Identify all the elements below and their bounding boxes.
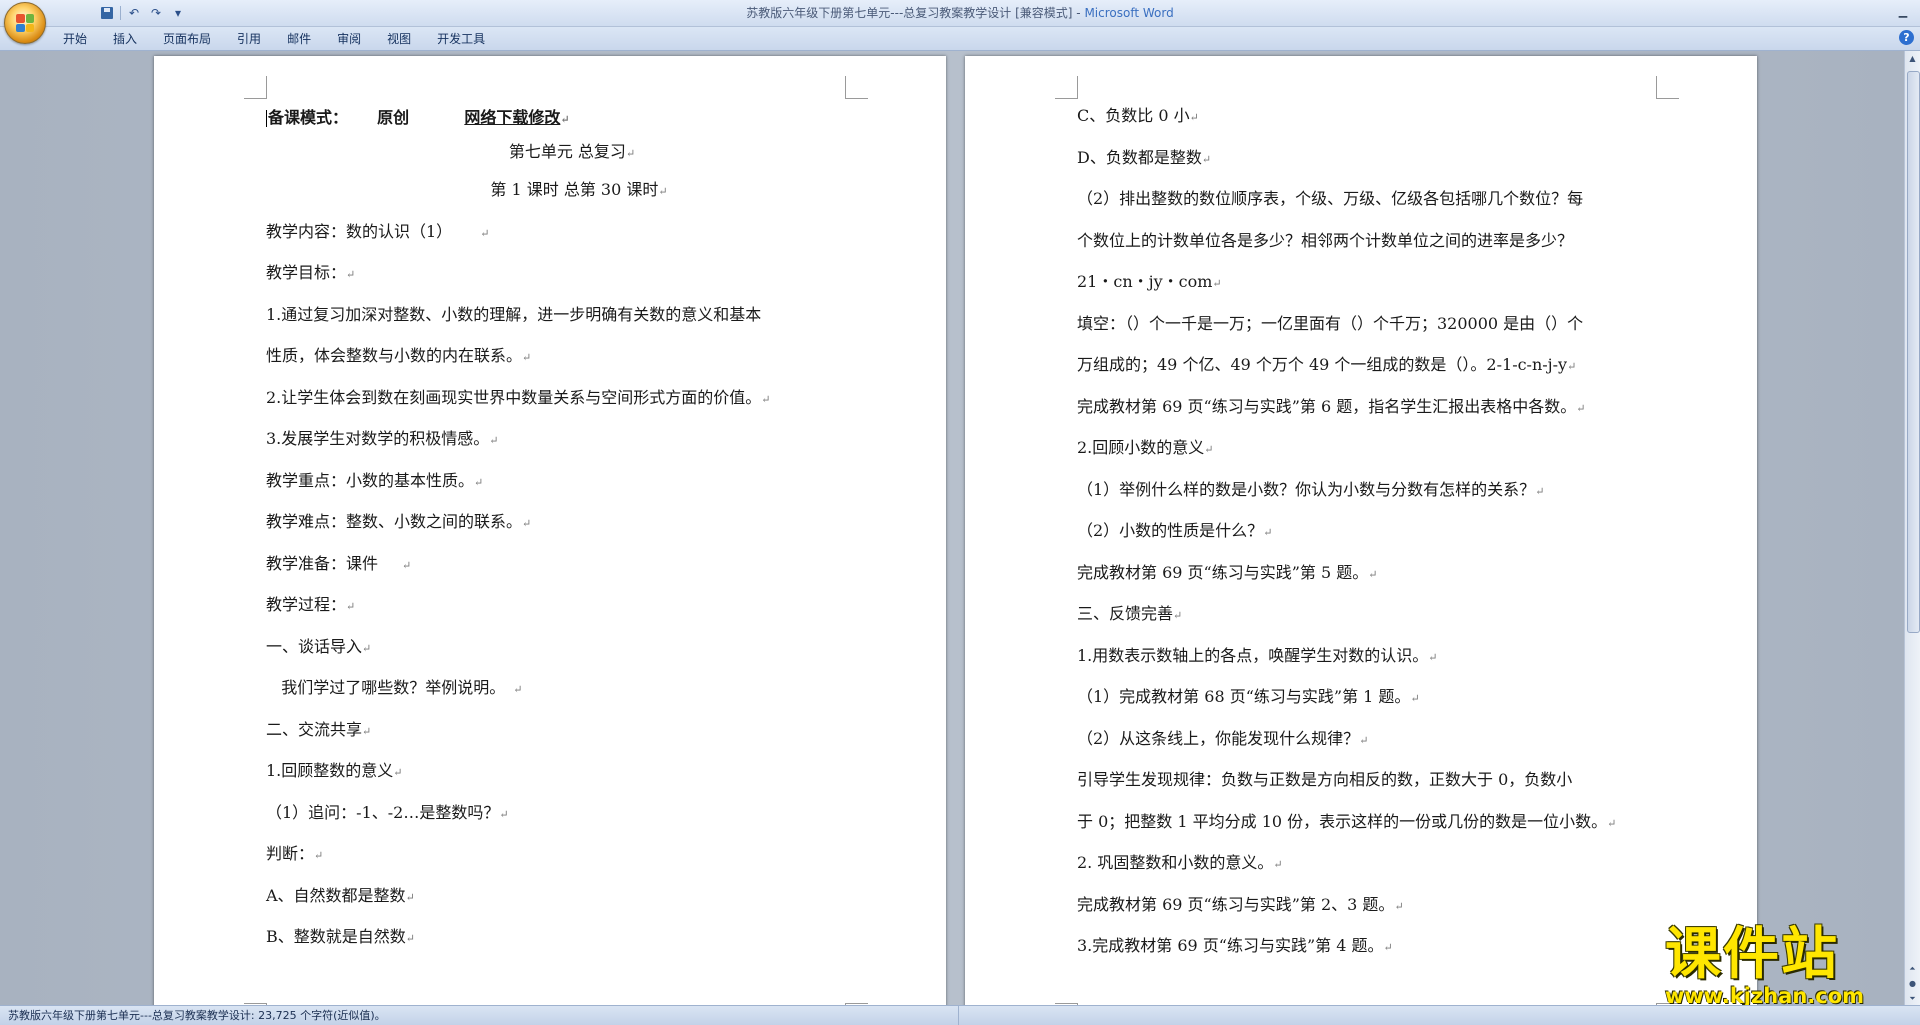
margin-corner-mark bbox=[845, 76, 868, 99]
text-cursor bbox=[266, 110, 267, 127]
text-line: 三、反馈完善↵ bbox=[1077, 604, 1183, 623]
document-page-right[interactable]: C、负数比 0 小↵ D、负数都是整数↵ （2）排出整数的数位顺序表，个级、万级… bbox=[965, 56, 1757, 1006]
minimize-button[interactable]: ▁ bbox=[1890, 2, 1916, 20]
status-text: 苏教版六年级下册第七单元---总复习教案教学设计: 23,725 个字符(近似值… bbox=[8, 1009, 386, 1022]
text-line: 教学准备：课件 ↵ bbox=[266, 553, 412, 573]
tab-insert[interactable]: 插入 bbox=[100, 30, 150, 48]
lesson-mode-downloaded: 网络下载修改 bbox=[464, 108, 561, 127]
document-page-left[interactable]: 备课模式： 原创 网络下载修改↵ 第七单元 总复习↵ 第 1 课时 总第 30 … bbox=[154, 56, 946, 1006]
ribbon-tab-bar: 开始 插入 页面布局 引用 邮件 审阅 视图 开发工具 ? bbox=[0, 27, 1920, 51]
office-logo-icon bbox=[16, 14, 34, 32]
text-line: 1.回顾整数的意义↵ bbox=[266, 761, 403, 780]
text-line: 1.用数表示数轴上的各点，唤醒学生对数的认识。↵ bbox=[1077, 645, 1438, 665]
text-line: 2. 巩固整数和小数的意义。↵ bbox=[1077, 853, 1283, 872]
text-line: 教学内容：数的认识（1） ↵ bbox=[266, 221, 490, 241]
scroll-bottom-controls: ⏶ ● ⏷ bbox=[1905, 961, 1920, 1006]
page-text: 备课模式： 原创 网络下载修改↵ 第七单元 总复习↵ 第 1 课时 总第 30 … bbox=[266, 101, 866, 958]
margin-corner-mark bbox=[244, 76, 267, 99]
scroll-up-button[interactable]: ▲ bbox=[1905, 51, 1920, 66]
document-workspace: 备课模式： 原创 网络下载修改↵ 第七单元 总复习↵ 第 1 课时 总第 30 … bbox=[0, 51, 1905, 1006]
lesson-mode-original: 原创 bbox=[377, 108, 410, 127]
lesson-line: 第 1 课时 总第 30 课时↵ bbox=[490, 180, 668, 199]
tab-review[interactable]: 审阅 bbox=[324, 30, 374, 48]
text-line: （1）追问：-1、-2…是整数吗？↵ bbox=[266, 802, 509, 822]
text-line: （2）小数的性质是什么？↵ bbox=[1077, 521, 1273, 540]
text-line: 完成教材第 69 页“练习与实践”第 5 题。↵ bbox=[1077, 562, 1378, 582]
chevron-up-icon: ▲ bbox=[1909, 54, 1916, 63]
office-button[interactable] bbox=[4, 2, 46, 44]
tab-developer[interactable]: 开发工具 bbox=[424, 30, 498, 48]
margin-corner-mark bbox=[1055, 76, 1078, 99]
lesson-mode-line: 备课模式： 原创 网络下载修改↵ bbox=[266, 101, 866, 135]
text-line: 3.完成教材第 69 页“练习与实践”第 4 题。↵ bbox=[1077, 936, 1393, 955]
tab-references[interactable]: 引用 bbox=[224, 30, 274, 48]
double-chevron-down-icon: ⏷ bbox=[1909, 993, 1916, 1003]
paragraph-mark: ↵ bbox=[560, 113, 570, 126]
unit-title: 第七单元 总复习↵ bbox=[508, 142, 636, 161]
text-line: 21・cn・jy・com↵ bbox=[1077, 272, 1222, 291]
text-line: 1.通过复习加深对整数、小数的理解，进一步明确有关数的意义和基本 bbox=[266, 304, 762, 324]
title-bar: ↶ ↷ ▾ 苏教版六年级下册第七单元---总复习教案教学设计 [兼容模式] - … bbox=[0, 0, 1920, 27]
text-line: 万组成的；49 个亿、49 个万个 49 个一组成的数是（）。2-1-c-n-j… bbox=[1077, 355, 1577, 374]
text-line: （1）举例什么样的数是小数？你认为小数与分数有怎样的关系？↵ bbox=[1077, 479, 1545, 499]
watermark-logo-text: 课件站 bbox=[1665, 922, 1839, 987]
tab-page-layout[interactable]: 页面布局 bbox=[150, 30, 224, 48]
document-title: 苏教版六年级下册第七单元---总复习教案教学设计 [兼容模式] - bbox=[746, 6, 1081, 20]
browse-object-button[interactable]: ● bbox=[1905, 976, 1920, 991]
minimize-icon: ▁ bbox=[1898, 4, 1908, 18]
app-name: Microsoft Word bbox=[1084, 6, 1174, 20]
text-line: 二、交流共享↵ bbox=[266, 719, 372, 739]
help-icon[interactable]: ? bbox=[1899, 30, 1914, 45]
text-line: B、整数就是自然数↵ bbox=[266, 927, 415, 946]
status-bar: 苏教版六年级下册第七单元---总复习教案教学设计: 23,725 个字符(近似值… bbox=[0, 1005, 1920, 1025]
text-line: 2.回顾小数的意义↵ bbox=[1077, 438, 1214, 457]
status-divider bbox=[958, 1006, 959, 1025]
ribbon-tabs: 开始 插入 页面布局 引用 邮件 审阅 视图 开发工具 bbox=[50, 30, 498, 48]
text-line: 一、谈话导入↵ bbox=[266, 636, 372, 656]
text-line: （2）从这条线上，你能发现什么规律？↵ bbox=[1077, 728, 1369, 748]
text-line: 个数位上的计数单位各是多少？相邻两个计数单位之间的进率是多少？ bbox=[1077, 230, 1574, 250]
circle-icon: ● bbox=[1909, 979, 1916, 988]
text-line: 教学重点：小数的基本性质。↵ bbox=[266, 470, 484, 490]
text-line: A、自然数都是整数↵ bbox=[266, 885, 415, 905]
text-line: （1）完成教材第 68 页“练习与实践”第 1 题。↵ bbox=[1077, 687, 1420, 706]
text-line: 填空：（）个一千是一万；一亿里面有（）个千万；320000 是由（）个 bbox=[1077, 313, 1584, 333]
window-controls: ▁ bbox=[1890, 2, 1916, 20]
text-line: 教学目标：↵ bbox=[266, 263, 356, 282]
scroll-thumb[interactable] bbox=[1907, 71, 1920, 633]
watermark-url: www.kjzhan.com bbox=[1665, 984, 1865, 1008]
vertical-scrollbar[interactable]: ▲ ⏶ ● ⏷ bbox=[1904, 51, 1920, 1006]
lesson-mode-label: 备课模式： bbox=[268, 108, 349, 127]
next-page-button[interactable]: ⏷ bbox=[1905, 991, 1920, 1006]
text-line: D、负数都是整数↵ bbox=[1077, 147, 1212, 167]
site-watermark: 课件站 www.kjzhan.com bbox=[1665, 925, 1905, 1010]
text-line: 引导学生发现规律：负数与正数是方向相反的数，正数大于 0，负数小 bbox=[1077, 770, 1573, 789]
text-line: 性质，体会整数与小数的内在联系。↵ bbox=[266, 346, 532, 365]
page-text: C、负数比 0 小↵ D、负数都是整数↵ （2）排出整数的数位顺序表，个级、万级… bbox=[1077, 95, 1687, 967]
text-line: 2.让学生体会到数在刻画现实世界中数量关系与空间形式方面的价值。↵ bbox=[266, 387, 771, 407]
text-line: 完成教材第 69 页“练习与实践”第 6 题，指名学生汇报出表格中各数。↵ bbox=[1077, 396, 1586, 416]
text-line: 判断：↵ bbox=[266, 844, 324, 863]
text-line: C、负数比 0 小↵ bbox=[1077, 106, 1199, 125]
window-title: 苏教版六年级下册第七单元---总复习教案教学设计 [兼容模式] - Micros… bbox=[0, 4, 1920, 21]
text-line: 3.发展学生对数学的积极情感。↵ bbox=[266, 429, 499, 448]
text-line: 完成教材第 69 页“练习与实践”第 2、3 题。↵ bbox=[1077, 894, 1404, 914]
text-line: 教学难点：整数、小数之间的联系。↵ bbox=[266, 512, 532, 531]
tab-view[interactable]: 视图 bbox=[374, 30, 424, 48]
tab-home[interactable]: 开始 bbox=[50, 30, 100, 48]
double-chevron-up-icon: ⏶ bbox=[1909, 963, 1916, 973]
tab-mailings[interactable]: 邮件 bbox=[274, 30, 324, 48]
text-line: （2）排出整数的数位顺序表，个级、万级、亿级各包括哪几个数位？每 bbox=[1077, 189, 1584, 208]
previous-page-button[interactable]: ⏶ bbox=[1905, 961, 1920, 976]
text-line: 教学过程：↵ bbox=[266, 595, 356, 614]
text-line: 我们学过了哪些数？举例说明。 ↵ bbox=[266, 678, 523, 697]
text-line: 于 0；把整数 1 平均分成 10 份，表示这样的一份或几份的数是一位小数。↵ bbox=[1077, 811, 1617, 831]
